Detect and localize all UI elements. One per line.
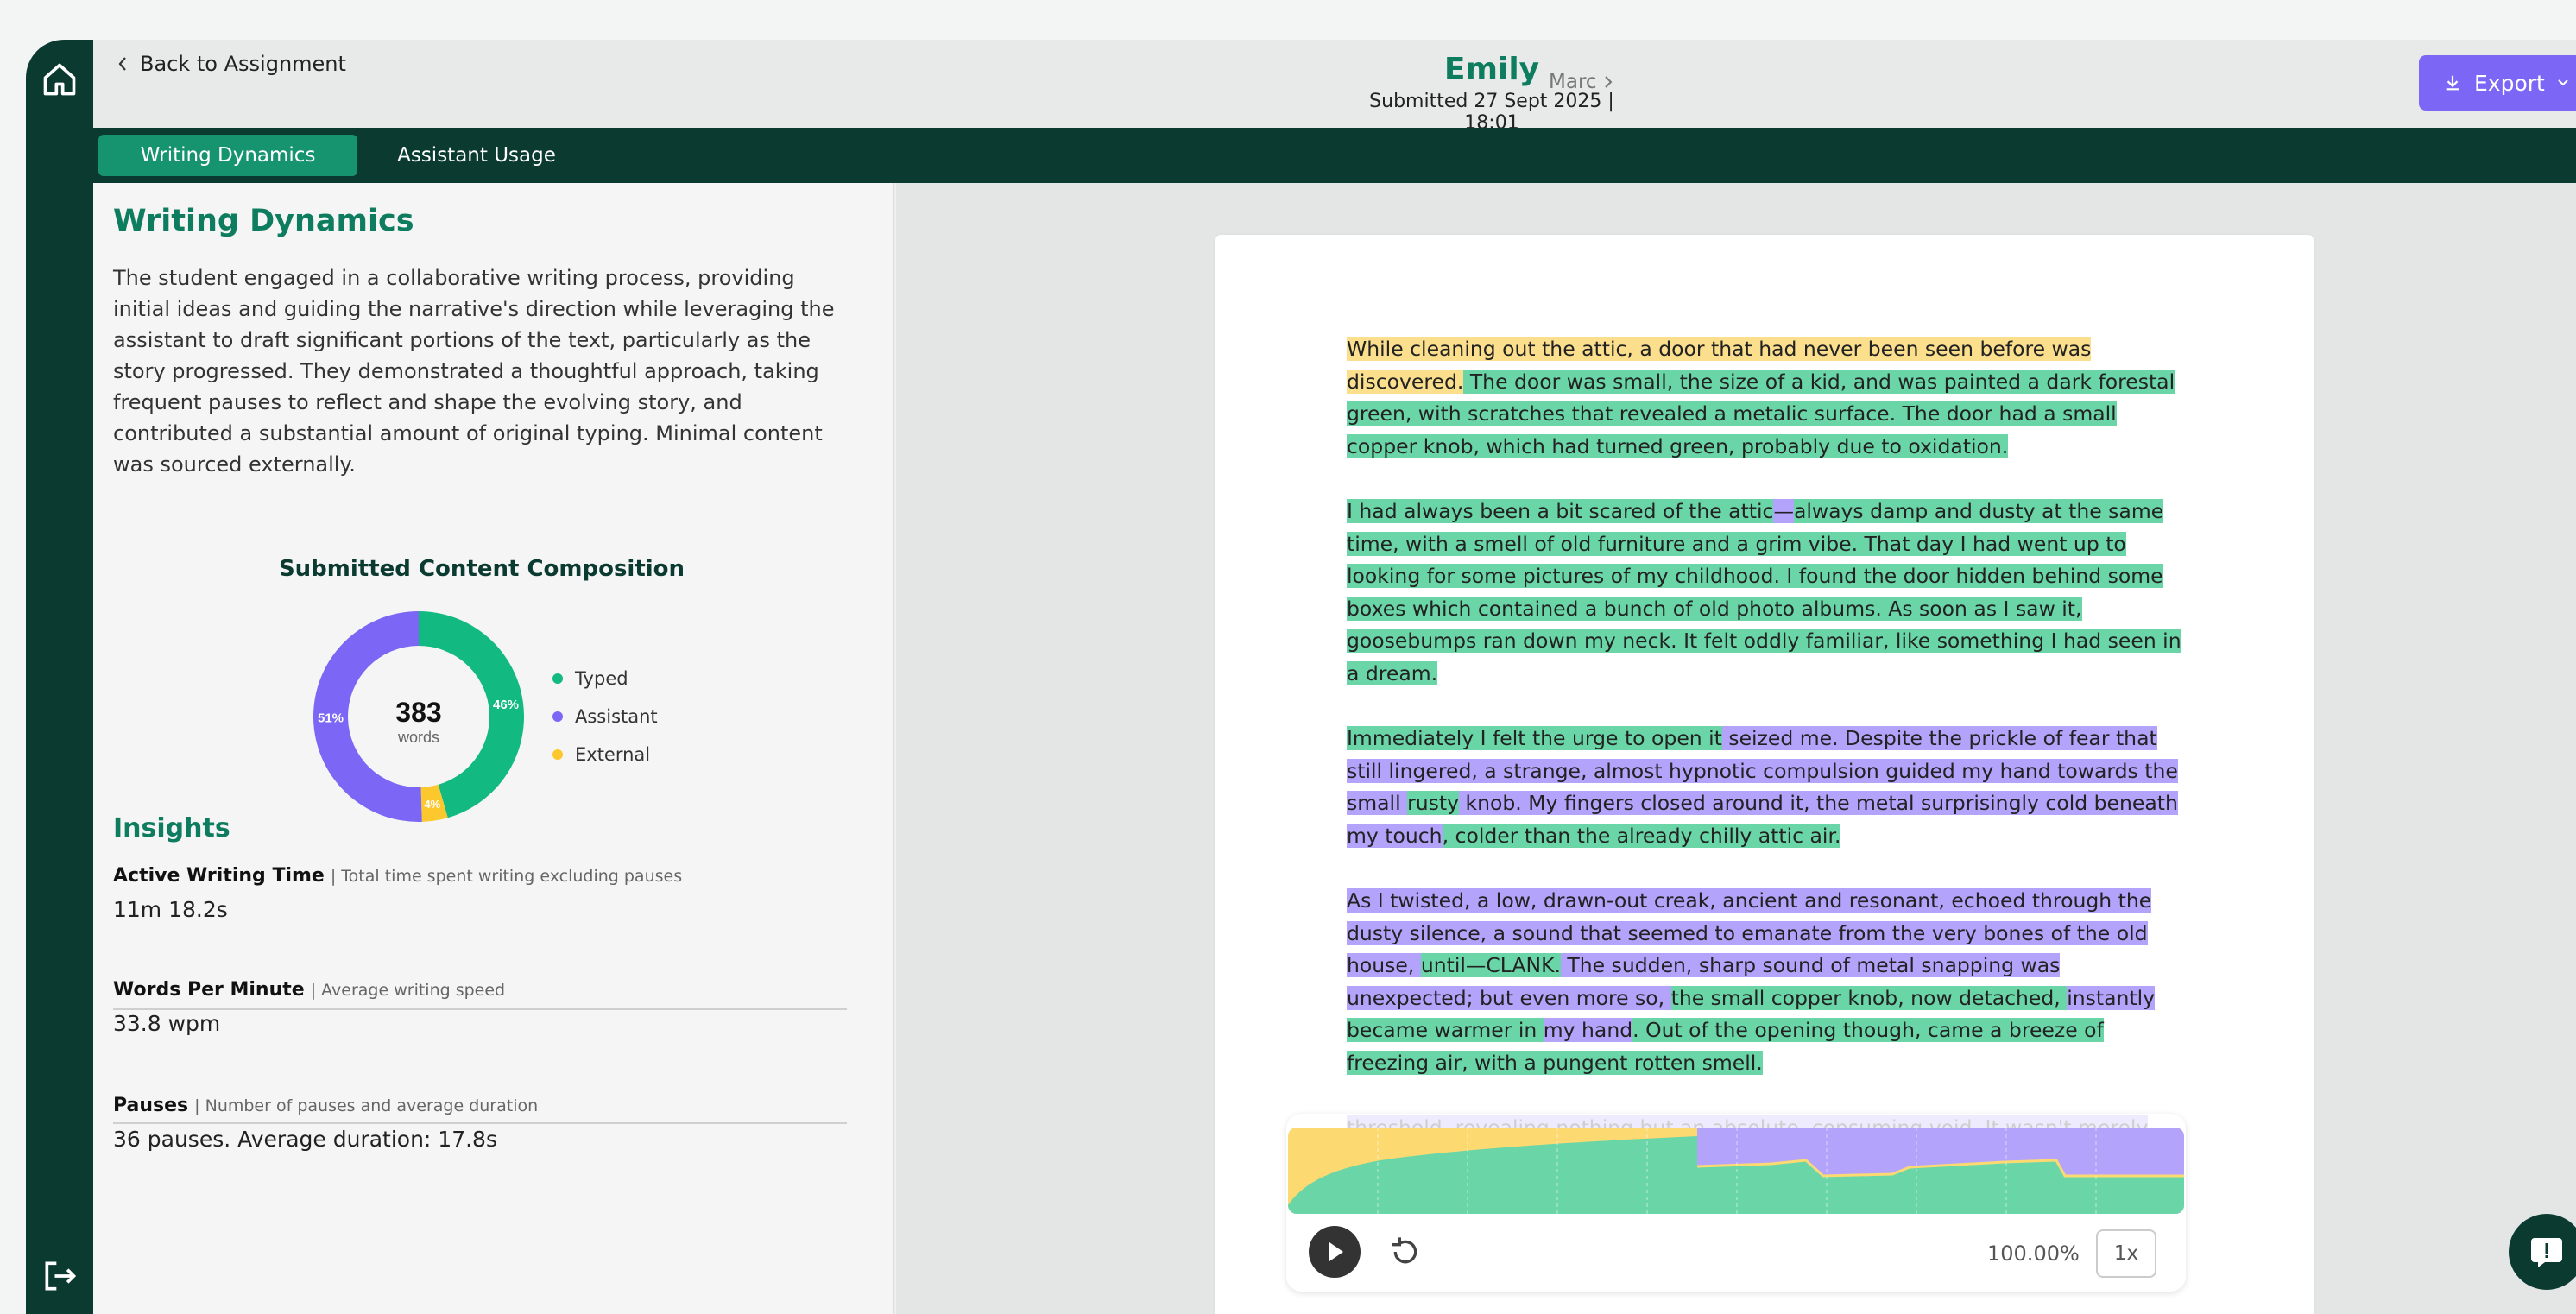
back-label: Back to Assignment xyxy=(140,52,346,76)
typed-segment: I had always been a bit scared of the at… xyxy=(1347,498,1774,523)
legend-item-typed: Typed xyxy=(552,660,658,698)
playback-progress: 100.00% xyxy=(1987,1241,2080,1266)
writing-summary: The student engaged in a collaborative w… xyxy=(113,266,835,477)
metric-desc: Number of pauses and average duration xyxy=(205,1096,539,1115)
panel-title: Writing Dynamics xyxy=(113,204,414,238)
legend-dot xyxy=(552,673,563,684)
chat-button[interactable] xyxy=(2509,1214,2576,1290)
metric-pauses: Pauses | Number of pauses and average du… xyxy=(113,1095,847,1152)
chevron-left-icon xyxy=(118,57,126,71)
document-paragraph: I had always been a bit scared of the at… xyxy=(1347,496,2184,691)
analysis-panel: Writing Dynamics The student engaged in … xyxy=(93,183,894,1314)
download-icon xyxy=(2446,75,2459,91)
assistant-segment: — xyxy=(1773,498,1794,523)
donut-center-value: 383 xyxy=(395,697,441,728)
document-text[interactable]: While cleaning out the attic, a door tha… xyxy=(1347,333,2184,1242)
playback-speed-button[interactable]: 1x xyxy=(2096,1229,2156,1278)
typed-segment: the small copper knob, now detached, xyxy=(1670,985,2068,1010)
back-to-assignment-link[interactable]: Back to Assignment xyxy=(117,52,346,76)
legend-dot xyxy=(552,711,563,722)
home-icon[interactable] xyxy=(41,60,79,98)
typed-segment: Immediately I felt the urge to open it xyxy=(1347,726,1722,751)
chevron-down-icon xyxy=(2558,79,2568,86)
donut-slice-label: 46% xyxy=(493,698,519,712)
typed-segment: rusty xyxy=(1407,791,1459,816)
replay-timeline[interactable] xyxy=(1288,1128,2184,1214)
replay-icon[interactable] xyxy=(1388,1235,1423,1269)
replay-player: 100.00% 1x xyxy=(1286,1114,2186,1292)
chart-legend: Typed Assistant External xyxy=(552,660,658,774)
typed-segment: became warmer in xyxy=(1347,1018,1544,1043)
chevron-right-icon xyxy=(1604,76,1612,88)
legend-label: External xyxy=(575,744,651,765)
legend-item-external: External xyxy=(552,736,658,774)
chat-icon xyxy=(2531,1238,2562,1267)
legend-label: Typed xyxy=(575,668,628,689)
tab-writing-dynamics[interactable]: Writing Dynamics xyxy=(98,135,357,176)
next-student-link[interactable]: Marc xyxy=(1549,71,1613,93)
metric-active-writing-time: Active Writing Time | Total time spent w… xyxy=(113,865,847,922)
typed-segment: always damp and dusty at the same time, … xyxy=(1347,498,2181,685)
assistant-segment: instantly xyxy=(2067,985,2156,1010)
metric-label: Pauses xyxy=(113,1095,189,1116)
document-paragraph: As I twisted, a low, drawn-out creak, an… xyxy=(1347,885,2184,1080)
header-bar: Back to Assignment Emily Submitted 27 Se… xyxy=(93,40,2576,134)
document-paragraph: While cleaning out the attic, a door tha… xyxy=(1347,333,2184,463)
assistant-segment: my hand xyxy=(1543,1018,1633,1043)
export-label: Export xyxy=(2474,70,2545,96)
metric-desc: Total time spent writing excluding pause… xyxy=(341,867,683,886)
insights-title: Insights xyxy=(113,813,230,843)
metric-value: 33.8 wpm xyxy=(113,1011,221,1036)
next-student-name: Marc xyxy=(1549,71,1597,93)
typed-segment: , colder than the already chilly attic a… xyxy=(1442,823,1841,848)
play-icon xyxy=(1329,1242,1343,1261)
metric-label: Active Writing Time xyxy=(113,865,325,887)
chart-title: Submitted Content Composition xyxy=(278,556,685,582)
donut-slice-label: 4% xyxy=(424,798,440,811)
legend-label: Assistant xyxy=(575,706,658,727)
tab-assistant-usage[interactable]: Assistant Usage xyxy=(373,135,580,176)
metric-words-per-minute: Words Per Minute | Average writing speed… xyxy=(113,979,847,1036)
side-rail xyxy=(26,40,93,1314)
metric-desc: Average writing speed xyxy=(321,981,506,1000)
document-viewer: While cleaning out the attic, a door tha… xyxy=(896,183,2576,1314)
play-button[interactable] xyxy=(1309,1226,1361,1278)
logout-icon[interactable] xyxy=(41,1257,79,1295)
tab-bar: Writing Dynamics Assistant Usage xyxy=(93,128,2576,183)
donut-center-label: words xyxy=(397,729,439,746)
app-window: Back to Assignment Emily Submitted 27 Se… xyxy=(26,40,2576,1314)
typed-segment: The door was small, the size of a kid, a… xyxy=(1347,369,2175,458)
export-button[interactable]: Export xyxy=(2419,55,2576,111)
metric-label: Words Per Minute xyxy=(113,979,305,1001)
legend-item-assistant: Assistant xyxy=(552,698,658,736)
legend-dot xyxy=(552,749,563,760)
metric-value: 11m 18.2s xyxy=(113,897,228,922)
typed-segment: until—CLANK. xyxy=(1420,953,1561,978)
composition-donut-chart: 46% 4% 51% 383words xyxy=(313,611,524,822)
document-paragraph: Immediately I felt the urge to open it s… xyxy=(1347,723,2184,852)
donut-slice-label: 51% xyxy=(318,711,344,726)
metric-value: 36 pauses. Average duration: 17.8s xyxy=(113,1127,497,1152)
